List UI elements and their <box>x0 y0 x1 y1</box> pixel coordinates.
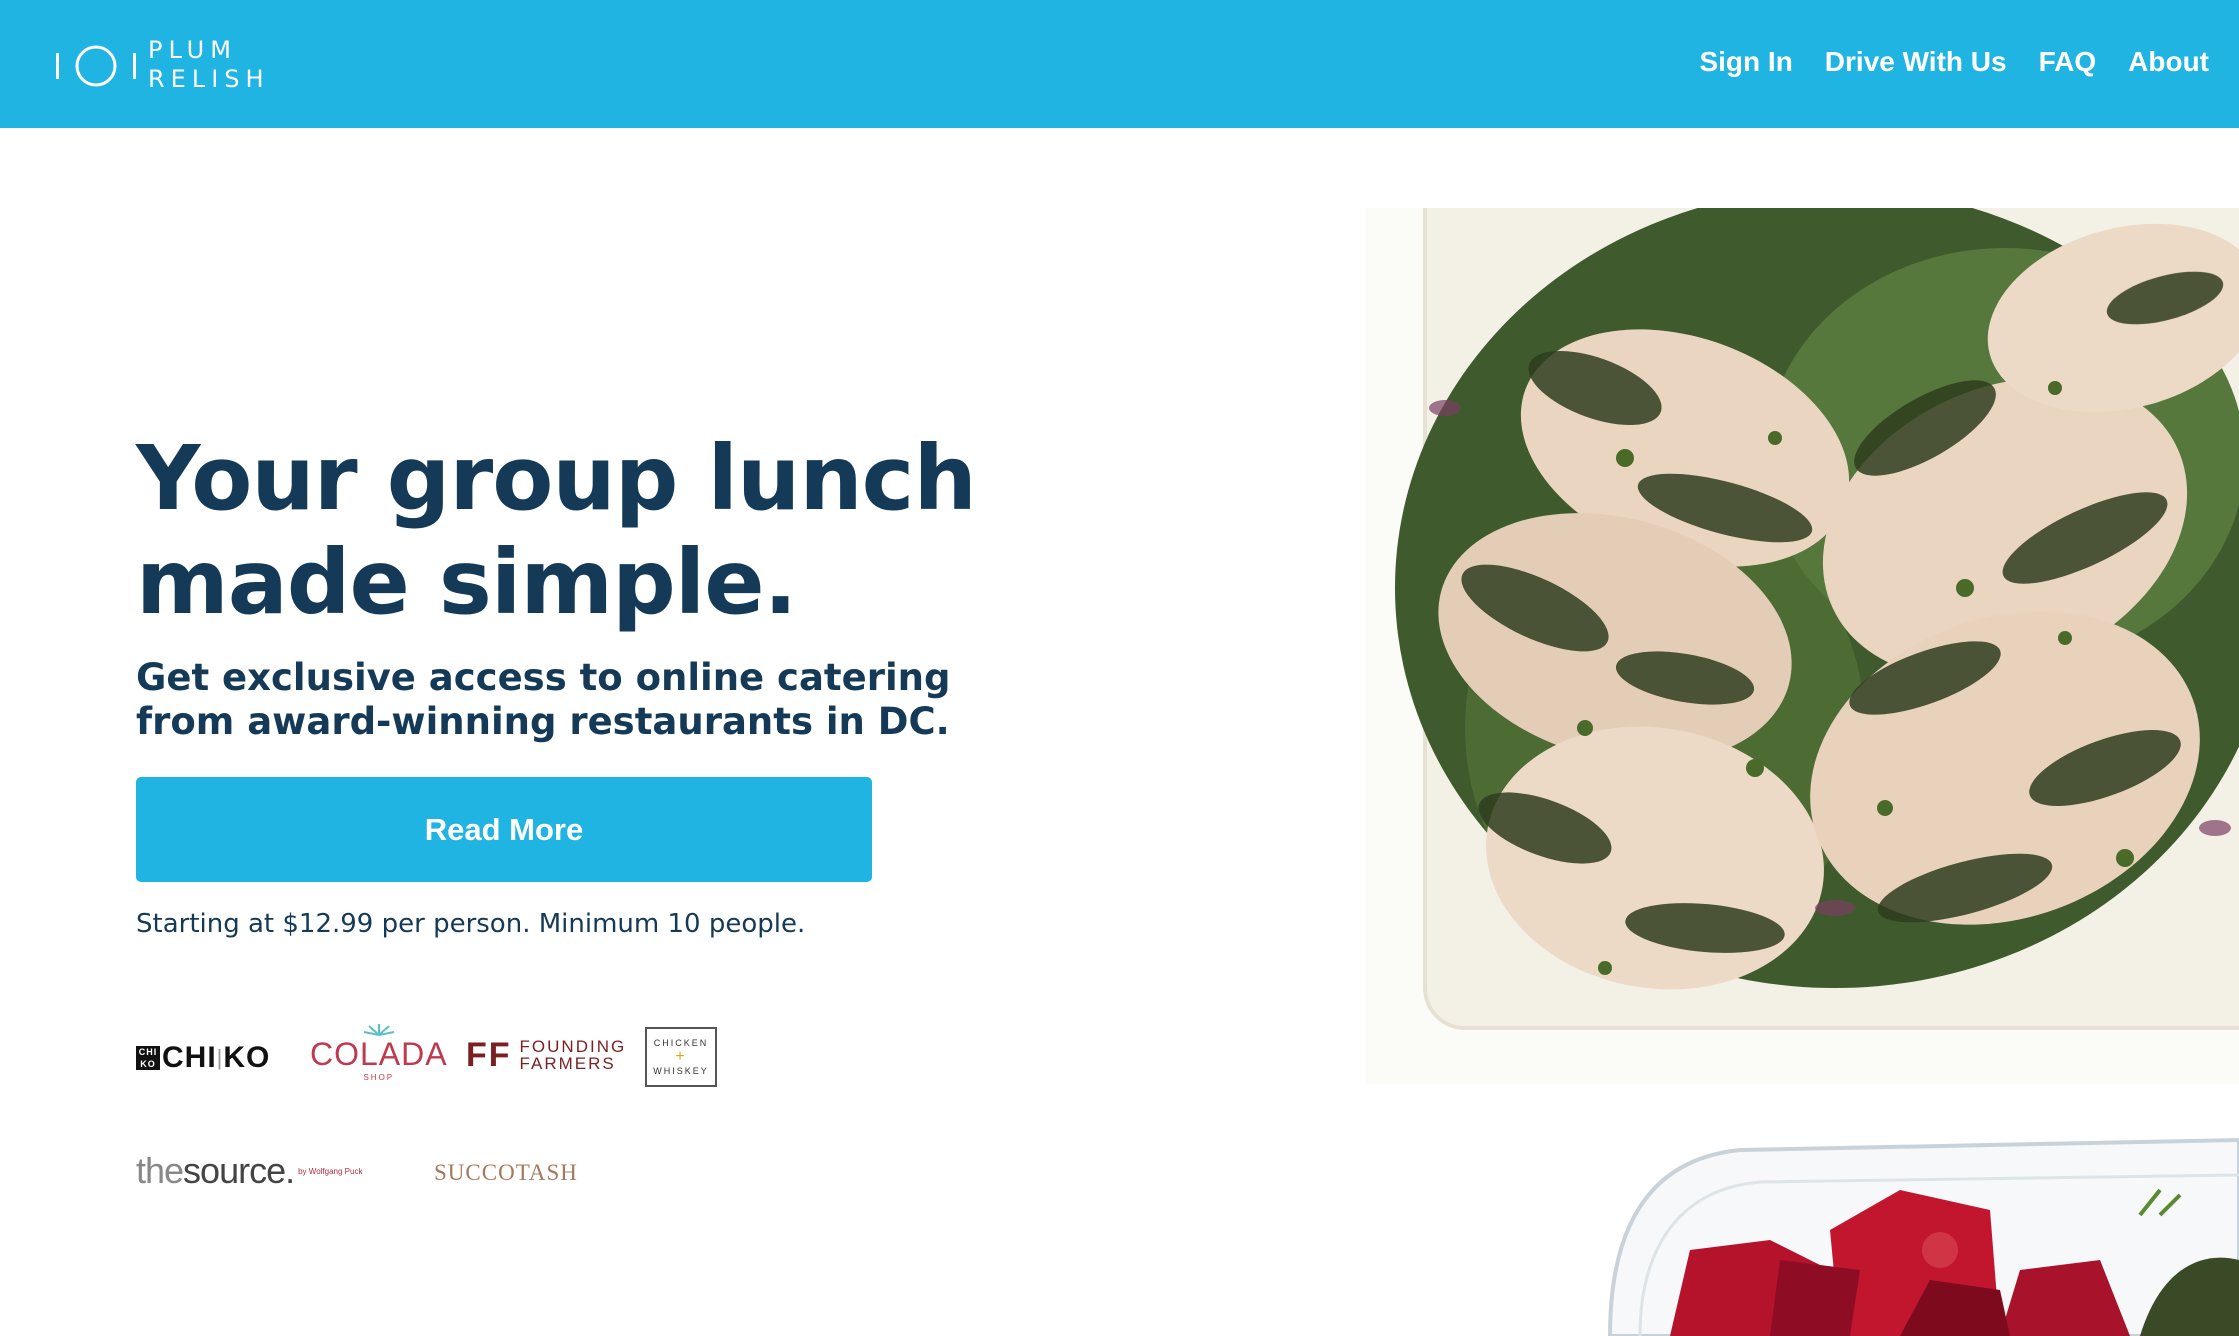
the-source-byline: by Wolfgang Puck <box>298 1166 363 1176</box>
colada-sub: SHOP <box>363 1073 395 1082</box>
hero-subtitle-line-2: from award-winning restaurants in DC. <box>136 700 950 743</box>
the-source-prefix: the <box>136 1150 184 1191</box>
chiko-separator: | <box>216 1045 224 1070</box>
founding-farmers-line-2: FARMERS <box>519 1054 616 1073</box>
chiko-box-bottom: KO <box>140 1059 156 1069</box>
read-more-button[interactable]: Read More <box>136 777 872 882</box>
hero-title-line-2: made simple. <box>136 530 797 634</box>
pricing-note: Starting at $12.99 per person. Minimum 1… <box>136 909 806 939</box>
chiko-box-top: CHI <box>138 1047 158 1057</box>
partner-logo-founding-farmers: FF FOUNDING FARMERS <box>466 1035 627 1074</box>
top-navigation-bar: PLUM RELISH Sign In Drive With Us FAQ Ab… <box>0 0 2239 128</box>
plum-relish-logo-icon <box>54 36 138 94</box>
hero-title-line-1: Your group lunch <box>136 426 977 530</box>
chicken-whiskey-mid: + <box>675 1048 687 1065</box>
nav-faq-link[interactable]: FAQ <box>2039 40 2097 84</box>
colada-leaf-icon <box>363 1024 394 1036</box>
partner-logo-colada-shop: COLADA SHOP <box>310 1022 448 1082</box>
nav-about-link[interactable]: About <box>2128 40 2209 84</box>
partner-logo-chiko: CHI KO CHI | KO <box>136 1041 270 1075</box>
hero-subtitle: Get exclusive access to online catering … <box>136 656 1036 744</box>
colada-word: COLADA <box>310 1036 448 1072</box>
chicken-whiskey-line-2: WHISKEY <box>653 1066 709 1076</box>
partner-logo-succotash: SUCCOTASH <box>434 1160 578 1186</box>
partner-logo-chicken-whiskey: CHICKEN + WHISKEY <box>645 1027 717 1087</box>
hero-subtitle-line-1: Get exclusive access to online catering <box>136 656 951 699</box>
brand-wordmark: PLUM RELISH <box>148 36 270 94</box>
succotash-word: SUCCOTASH <box>434 1160 578 1185</box>
roasted-beets-container-photo <box>1600 1120 2239 1336</box>
brand-logo[interactable]: PLUM RELISH <box>54 36 270 94</box>
nav-drive-with-us-link[interactable]: Drive With Us <box>1825 40 2007 84</box>
chiko-word: CHI <box>162 1041 217 1074</box>
the-source-word: source. <box>183 1150 295 1191</box>
brand-line-2: RELISH <box>148 65 270 93</box>
chicken-whiskey-line-1: CHICKEN <box>653 1038 709 1048</box>
hero-title: Your group lunch made simple. <box>136 426 1036 634</box>
grilled-herb-chicken-salad-photo <box>1365 208 2239 1084</box>
brand-line-1: PLUM <box>148 36 237 64</box>
partner-logo-the-source: the source. by Wolfgang Puck <box>136 1150 362 1192</box>
chiko-word-end: KO <box>223 1041 271 1074</box>
main-nav: Sign In Drive With Us FAQ About <box>1667 40 2209 84</box>
chiko-logo-box: CHI KO <box>136 1046 160 1070</box>
founding-farmers-text: FOUNDING FARMERS <box>520 1038 627 1072</box>
founding-farmers-mark: FF <box>466 1035 512 1074</box>
nav-sign-in-link[interactable]: Sign In <box>1699 40 1792 84</box>
